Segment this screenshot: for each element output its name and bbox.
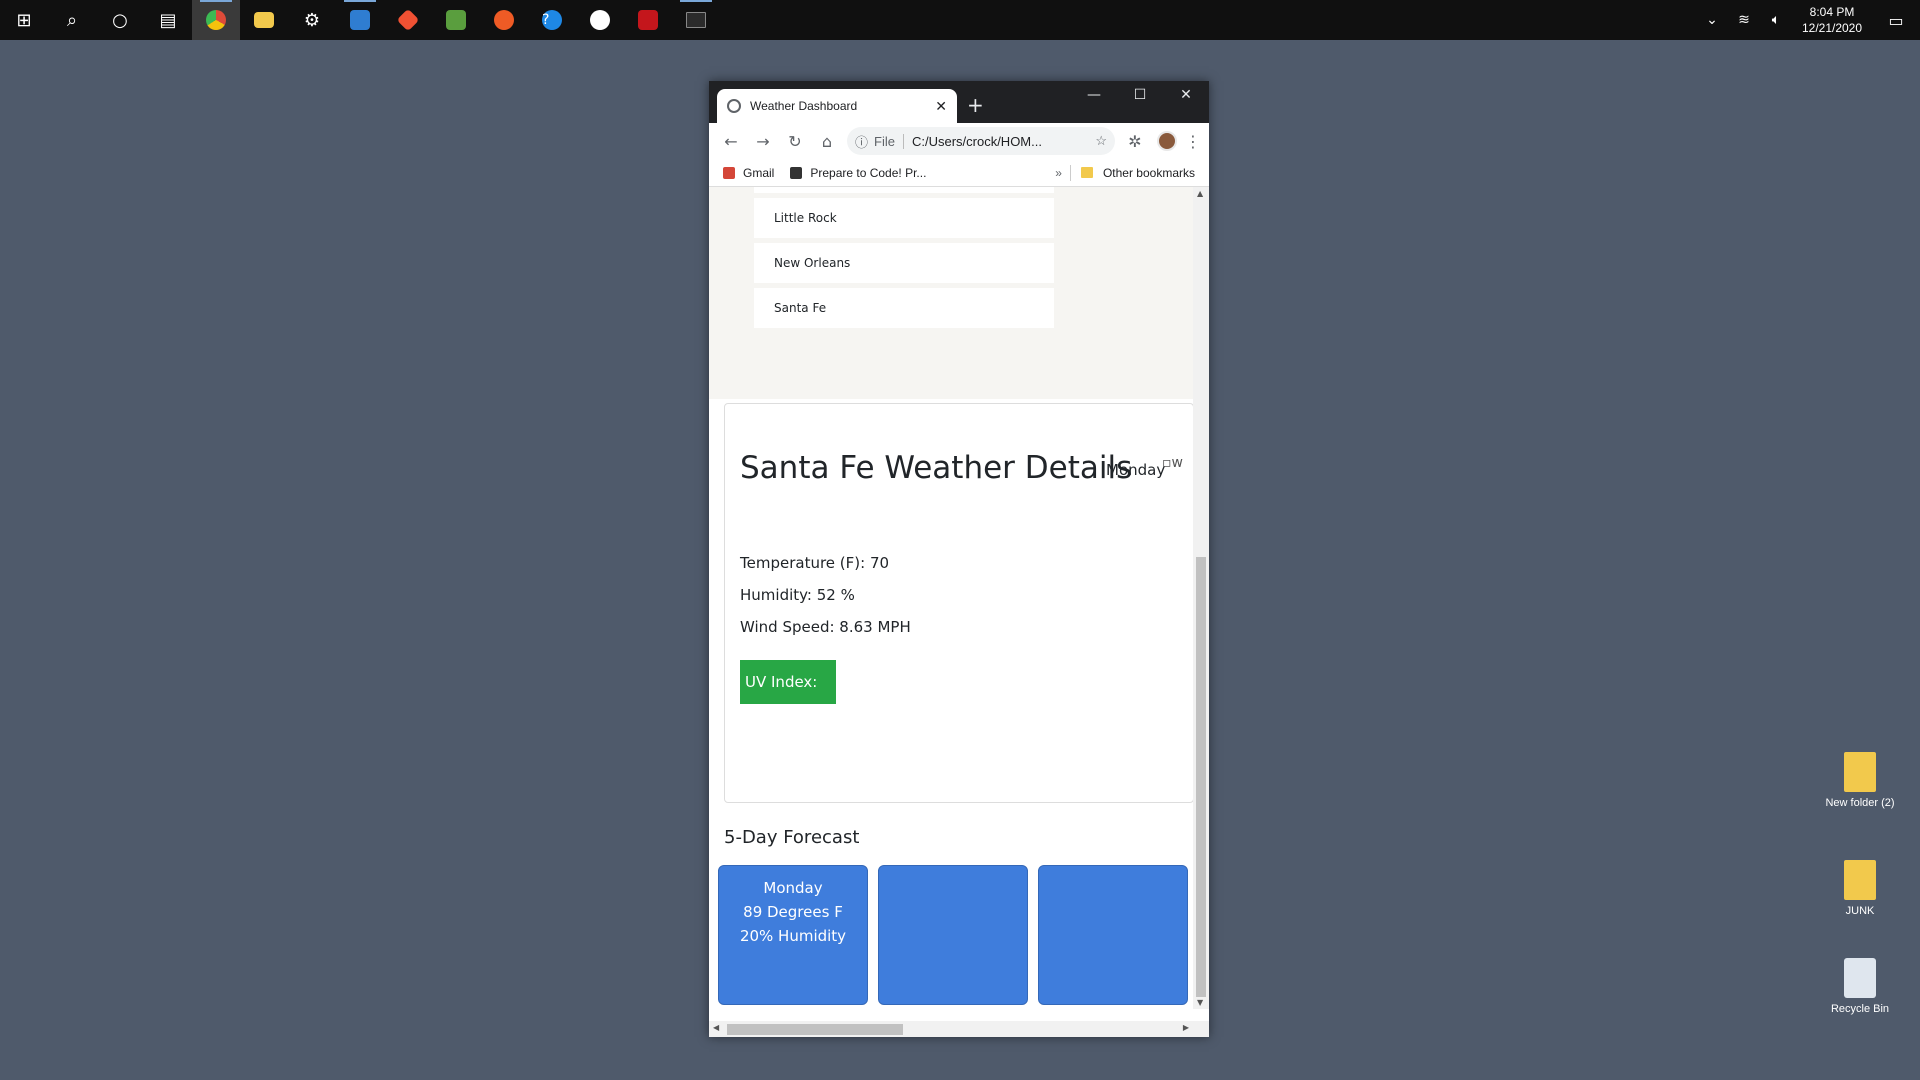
browser-toolbar: ← → ↻ ⌂ ⓘ File C:/Users/crock/HOM... ☆ ✲…: [709, 123, 1209, 159]
settings-icon[interactable]: ⚙: [288, 0, 336, 40]
slack-icon[interactable]: [576, 0, 624, 40]
close-icon[interactable]: ✕: [935, 98, 947, 115]
desktop-icon-label: JUNK: [1845, 905, 1875, 917]
notification-icon[interactable]: ▭: [1872, 11, 1920, 30]
weather-details-card: Santa Fe Weather Details Monday ▫w Tempe…: [724, 403, 1193, 803]
taskbar: ⊞ ⌕ ○ ▤ ⚙ ? ⌄ ≋ 🔈︎ 8:04 PM 12/21/2020 ▭: [0, 0, 1920, 40]
new-tab-button[interactable]: +: [967, 93, 984, 117]
horizontal-scrollbar[interactable]: ◀ ▶: [709, 1021, 1209, 1037]
vertical-scroll-thumb[interactable]: [1196, 557, 1206, 997]
reload-icon[interactable]: ↻: [779, 132, 811, 151]
forecast-humidity: 20% Humidity: [739, 927, 847, 945]
scheme-label: File: [874, 133, 904, 149]
folder-icon: [1844, 860, 1876, 900]
tab-weather-dashboard[interactable]: Weather Dashboard ✕: [717, 89, 957, 123]
broken-weather-image-icon: ▫w: [1162, 455, 1183, 471]
address-bar[interactable]: ⓘ File C:/Users/crock/HOM... ☆: [847, 127, 1115, 155]
forecast-card: [878, 865, 1028, 1005]
other-bookmarks[interactable]: Other bookmarks: [1080, 165, 1195, 180]
bookmark-gmail[interactable]: Gmail: [723, 166, 774, 180]
forward-icon[interactable]: →: [747, 132, 779, 151]
folder-icon: [1080, 167, 1093, 178]
forecast-card: [1038, 865, 1188, 1005]
maximize-icon[interactable]: ☐: [1117, 81, 1163, 109]
book-icon: [790, 166, 803, 179]
close-window-icon[interactable]: ✕: [1163, 81, 1209, 109]
recycle-bin-icon: [1844, 958, 1876, 998]
forecast-card: Monday 89 Degrees F 20% Humidity: [718, 865, 868, 1005]
globe-icon: [727, 99, 741, 113]
city-list-panel: Little Rock New Orleans Santa Fe: [709, 187, 1193, 399]
star-icon[interactable]: ☆: [1095, 133, 1107, 149]
menu-icon[interactable]: ⋮: [1183, 132, 1203, 151]
tab-title: Weather Dashboard: [750, 99, 858, 113]
url-text[interactable]: C:/Users/crock/HOM...: [912, 134, 1089, 149]
cortana-icon[interactable]: ○: [96, 0, 144, 40]
gmail-icon: [723, 166, 735, 179]
forecast-day: Monday: [763, 879, 823, 897]
file-explorer-icon[interactable]: [240, 0, 288, 40]
vscode-icon[interactable]: [336, 0, 384, 40]
clock-date: 12/21/2020: [1801, 21, 1863, 35]
desktop-icon-junk[interactable]: JUNK: [1818, 860, 1902, 918]
browser-titlebar: Weather Dashboard ✕ + — ☐ ✕: [709, 81, 1209, 123]
desktop-icon-new-folder[interactable]: New folder (2): [1818, 752, 1902, 810]
info-icon[interactable]: ⓘ: [855, 132, 868, 151]
bookmark-label: Prepare to Code! Pr...: [810, 165, 927, 180]
postman-icon[interactable]: [480, 0, 528, 40]
details-day: Monday: [1106, 461, 1166, 479]
city-item[interactable]: New Orleans: [754, 243, 1054, 283]
page-viewport: Little Rock New Orleans Santa Fe Santa F…: [709, 187, 1193, 1009]
desktop-icon-recycle-bin[interactable]: Recycle Bin: [1818, 958, 1902, 1016]
humidity-text: Humidity: 52 %: [740, 586, 855, 604]
profile-avatar[interactable]: [1157, 131, 1177, 151]
chrome-icon[interactable]: [192, 0, 240, 40]
node-icon[interactable]: [432, 0, 480, 40]
back-icon[interactable]: ←: [715, 132, 747, 151]
search-icon[interactable]: ⌕: [48, 0, 96, 40]
image-alt-text: w: [1171, 455, 1183, 471]
heidisql-icon[interactable]: [624, 0, 672, 40]
help-icon[interactable]: ?: [528, 0, 576, 40]
task-view-icon[interactable]: ▤: [144, 0, 192, 40]
volume-icon[interactable]: 🔈︎: [1760, 12, 1792, 28]
city-item[interactable]: Santa Fe: [754, 288, 1054, 328]
terminal-icon[interactable]: [672, 0, 720, 40]
window-controls: — ☐ ✕: [1071, 81, 1209, 109]
forecast-temp: 89 Degrees F: [743, 903, 843, 921]
chevron-up-icon[interactable]: ⌄: [1696, 12, 1728, 28]
minimize-icon[interactable]: —: [1071, 81, 1117, 109]
git-icon[interactable]: [384, 0, 432, 40]
details-title: Santa Fe Weather Details: [740, 450, 1133, 486]
temperature-text: Temperature (F): 70: [740, 554, 890, 572]
folder-icon: [1844, 752, 1876, 792]
wifi-icon[interactable]: ≋: [1728, 12, 1760, 28]
bookmarks-bar: Gmail Prepare to Code! Pr... » Other boo…: [709, 159, 1209, 187]
more-bookmarks-icon[interactable]: »: [1055, 166, 1062, 180]
scroll-left-icon[interactable]: ◀: [713, 1023, 719, 1032]
browser-window: Weather Dashboard ✕ + — ☐ ✕ ← → ↻ ⌂ ⓘ Fi…: [709, 81, 1209, 1037]
forecast-title: 5-Day Forecast: [724, 827, 860, 848]
clock[interactable]: 8:04 PM 12/21/2020: [1792, 4, 1872, 36]
clock-time: 8:04 PM: [1809, 5, 1855, 19]
bookmark-prepare-to-code[interactable]: Prepare to Code! Pr...: [790, 166, 926, 180]
bookmark-label: Gmail: [743, 165, 775, 180]
city-item[interactable]: Little Rock: [754, 198, 1054, 238]
extensions-icon[interactable]: ✲: [1119, 132, 1151, 151]
desktop-icon-label: New folder (2): [1825, 797, 1895, 809]
start-icon[interactable]: ⊞: [0, 0, 48, 40]
horizontal-scroll-thumb[interactable]: [727, 1024, 903, 1035]
scroll-right-icon[interactable]: ▶: [1183, 1023, 1189, 1032]
city-item-partial[interactable]: [754, 187, 1054, 193]
scroll-up-icon[interactable]: ▲: [1197, 189, 1203, 198]
scroll-down-icon[interactable]: ▼: [1197, 998, 1203, 1007]
vertical-scrollbar[interactable]: ▲ ▼: [1193, 187, 1209, 1009]
uv-index-badge: UV Index:: [740, 660, 836, 704]
other-bookmarks-label: Other bookmarks: [1102, 165, 1195, 180]
bookmark-separator: [1069, 164, 1071, 181]
system-tray: ⌄ ≋ 🔈︎ 8:04 PM 12/21/2020 ▭: [1696, 0, 1920, 40]
wind-speed-text: Wind Speed: 8.63 MPH: [740, 618, 911, 636]
desktop-icon-label: Recycle Bin: [1830, 1003, 1890, 1015]
home-icon[interactable]: ⌂: [811, 132, 843, 151]
